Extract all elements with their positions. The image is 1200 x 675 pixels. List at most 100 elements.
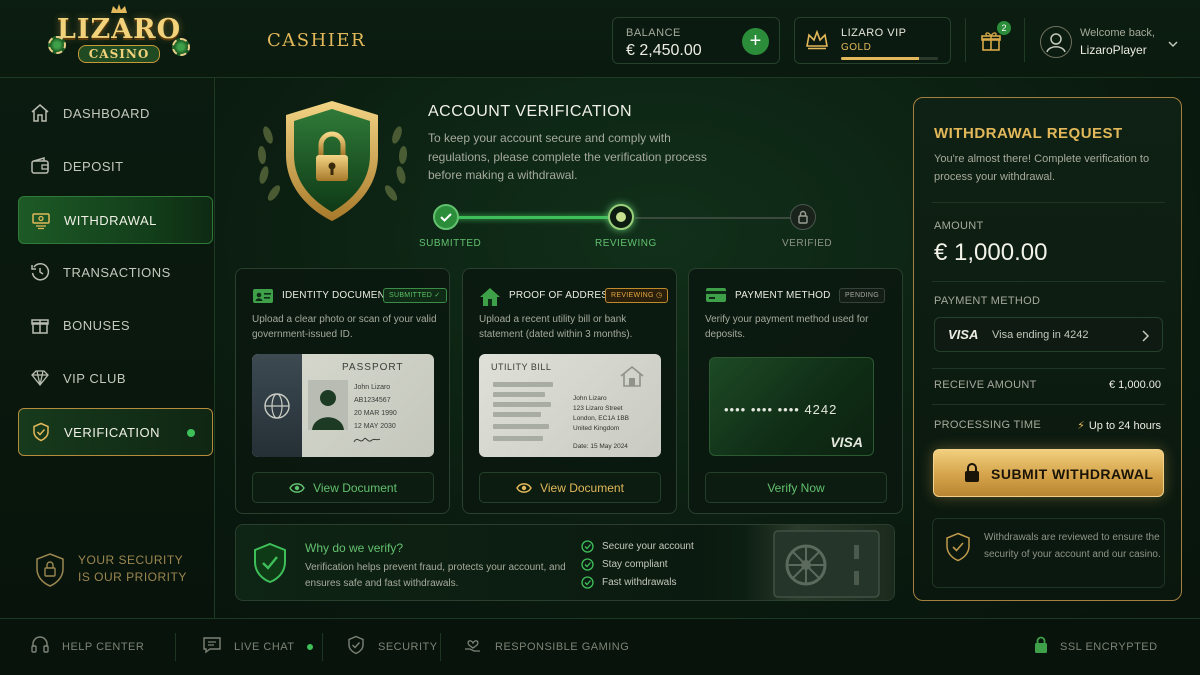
- payment-method-value: Visa ending in 4242: [992, 329, 1089, 341]
- bill-line: John Lizaro: [573, 395, 607, 402]
- passport-line: 12 MAY 2030: [354, 423, 396, 430]
- check-icon: ✓: [434, 292, 441, 299]
- chat-icon: [202, 635, 222, 660]
- vip-status[interactable]: LIZARO VIP GOLD: [794, 17, 951, 64]
- person-photo-icon: [308, 380, 348, 430]
- lock-icon: [964, 463, 980, 488]
- check-circle-icon: [581, 576, 594, 589]
- why-verify-banner: Why do we verify? Verification helps pre…: [235, 524, 895, 601]
- sidebar-item-label: BONUSES: [63, 318, 131, 333]
- step-verified: [790, 204, 816, 230]
- visa-logo: VISA: [948, 327, 979, 342]
- chevron-right-icon: [1142, 329, 1150, 347]
- status-text: REVIEWING: [611, 292, 654, 299]
- security-line: IS OUR PRIORITY: [78, 570, 187, 584]
- sidebar-item-verification[interactable]: VERIFICATION: [18, 408, 213, 456]
- globe-icon: [264, 393, 290, 419]
- footer-bar: HELP CENTER LIVE CHAT SECURITY RESPONSIB…: [0, 618, 1200, 675]
- sidebar-item-label: VIP CLUB: [63, 371, 127, 386]
- sidebar-item-vip-club[interactable]: VIP CLUB: [18, 355, 213, 403]
- processing-time-label: PROCESSING TIME: [934, 419, 1041, 431]
- utility-bill-preview: UTILITY BILL John Lizaro 123 Lizaro Stre…: [479, 354, 661, 457]
- security-text: YOUR SECURITY IS OUR PRIORITY: [78, 552, 187, 586]
- step-current-dot: [616, 212, 626, 222]
- casino-logo[interactable]: LIZARO CASINO: [44, 4, 194, 74]
- cash-icon: [31, 210, 51, 230]
- sidebar-item-withdrawal[interactable]: WITHDRAWAL: [18, 196, 213, 244]
- responsible-gaming-link[interactable]: RESPONSIBLE GAMING: [463, 636, 629, 658]
- step-connector: [447, 216, 623, 219]
- withdrawal-title: WITHDRAWAL REQUEST: [934, 125, 1123, 142]
- id-card-icon: [252, 287, 274, 310]
- amount-value[interactable]: € 1,000.00: [934, 239, 1047, 267]
- withdrawal-subtitle: You're almost there! Complete verificati…: [934, 153, 1150, 183]
- payment-method-card: PAYMENT METHOD PENDING Verify your payme…: [688, 268, 903, 514]
- notification-badge: 2: [997, 21, 1011, 35]
- card-brand: VISA: [830, 434, 863, 450]
- view-address-document-button[interactable]: View Document: [479, 472, 661, 503]
- step-connector: [635, 217, 795, 219]
- utility-bill-title: UTILITY BILL: [491, 362, 552, 372]
- check-icon: [440, 213, 452, 222]
- view-identity-document-button[interactable]: View Document: [252, 472, 434, 503]
- receive-amount-label: RECEIVE AMOUNT: [934, 379, 1037, 391]
- status-text: SUBMITTED: [389, 292, 433, 299]
- add-funds-button[interactable]: +: [742, 28, 769, 55]
- why-description: Verification helps prevent fraud, protec…: [305, 562, 566, 589]
- sidebar-item-deposit[interactable]: DEPOSIT: [18, 143, 213, 191]
- card-description: Upload a recent utility bill or bank sta…: [479, 314, 633, 340]
- divider: [932, 368, 1165, 369]
- sidebar-item-bonuses[interactable]: BONUSES: [18, 302, 213, 350]
- live-chat-link[interactable]: LIVE CHAT: [202, 636, 313, 658]
- credit-card-preview: •••• •••• •••• 4242 VISA: [709, 357, 874, 456]
- history-icon: [30, 262, 50, 282]
- verification-stepper: SUBMITTED REVIEWING VERIFIED: [405, 200, 845, 260]
- username: LizaroPlayer: [1080, 43, 1147, 57]
- card-title: PROOF OF ADDRESS: [509, 290, 615, 301]
- withdrawal-request-panel: WITHDRAWAL REQUEST You're almost there! …: [913, 97, 1182, 601]
- shield-lock-illustration: [250, 95, 415, 230]
- button-label: SUBMIT WITHDRAWAL: [991, 466, 1154, 482]
- user-menu[interactable]: Welcome back, LizaroPlayer: [1040, 24, 1180, 60]
- help-center-link[interactable]: HELP CENTER: [30, 635, 145, 658]
- card-number: •••• •••• •••• 4242: [724, 402, 838, 417]
- step-label: SUBMITTED: [419, 238, 482, 249]
- footer-label: HELP CENTER: [62, 641, 145, 653]
- text-placeholder-bar: [493, 424, 549, 429]
- text-placeholder-bar: [493, 382, 553, 387]
- payment-method-select[interactable]: VISA Visa ending in 4242: [934, 317, 1163, 352]
- status-badge: PENDING: [839, 288, 885, 303]
- text-placeholder-bar: [493, 392, 545, 397]
- verification-description: To keep your account secure and comply w…: [428, 131, 707, 182]
- gift-icon: [30, 315, 50, 335]
- submit-withdrawal-button[interactable]: SUBMIT WITHDRAWAL: [933, 449, 1164, 497]
- divider: [932, 404, 1165, 405]
- divider: [322, 633, 323, 661]
- card-description: Verify your payment method used for depo…: [705, 314, 869, 340]
- card-title: IDENTITY DOCUMENT: [282, 290, 392, 301]
- text-placeholder-bar: [493, 402, 551, 407]
- verify-now-button[interactable]: Verify Now: [705, 472, 887, 503]
- proof-of-address-card: PROOF OF ADDRESS REVIEWING ◷ Upload a re…: [462, 268, 677, 514]
- benefit-text: Fast withdrawals: [602, 577, 677, 589]
- page-title: CASHIER: [267, 30, 367, 51]
- review-note-text: Withdrawals are reviewed to ensure the s…: [984, 532, 1161, 560]
- button-label: View Document: [540, 480, 624, 495]
- lightning-icon: ⚡: [1077, 420, 1085, 432]
- status-badge: SUBMITTED ✓: [383, 288, 447, 303]
- sidebar-item-label: DEPOSIT: [63, 159, 124, 174]
- shield-lock-icon: [30, 550, 70, 590]
- status-dot: [187, 429, 195, 437]
- sidebar-item-transactions[interactable]: TRANSACTIONS: [18, 249, 213, 297]
- crown-icon: [111, 4, 127, 13]
- balance-value: € 2,450.00: [626, 42, 702, 59]
- passport-cover-strip: [252, 354, 302, 457]
- passport-title: PASSPORT: [342, 362, 404, 373]
- bill-line: United Kingdom: [573, 425, 620, 432]
- lock-icon: [1034, 636, 1048, 659]
- processing-time-value: ⚡ Up to 24 hours: [1077, 419, 1161, 432]
- sidebar-item-dashboard[interactable]: DASHBOARD: [18, 90, 213, 138]
- vip-tier: GOLD: [841, 42, 872, 53]
- security-link[interactable]: SECURITY: [346, 635, 438, 658]
- shield-check-icon: [252, 542, 288, 584]
